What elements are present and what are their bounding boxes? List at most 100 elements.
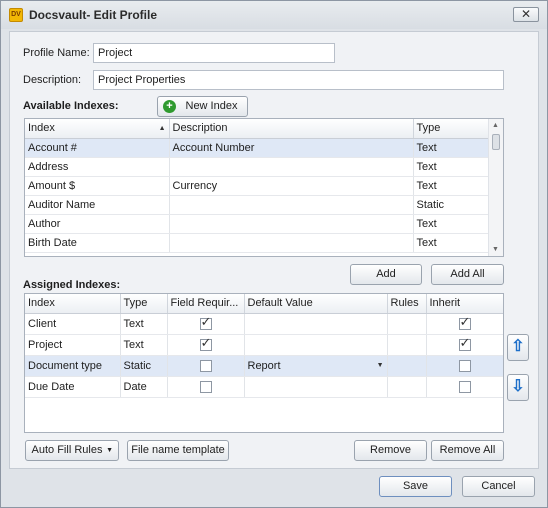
- cell-description: [169, 233, 414, 253]
- inherit-checkbox[interactable]: [458, 336, 471, 351]
- column-header-description[interactable]: Description: [169, 119, 414, 139]
- move-down-button[interactable]: ⇩: [507, 374, 529, 401]
- grid-header: Index ▲ Description Type: [25, 119, 490, 139]
- available-indexes-label: Available Indexes:: [23, 100, 119, 112]
- auto-fill-rules-button[interactable]: Auto Fill Rules ▼: [25, 440, 119, 461]
- table-row[interactable]: Due Date Date: [25, 376, 503, 398]
- cell-index: Project: [25, 334, 121, 356]
- description-label: Description:: [23, 74, 82, 86]
- cell-inherit: [426, 334, 503, 356]
- cell-type: Text: [120, 334, 168, 356]
- cell-type: Text: [413, 176, 490, 196]
- column-header-rules[interactable]: Rules: [387, 294, 427, 314]
- add-all-button[interactable]: Add All: [431, 264, 504, 285]
- cell-field-required: [167, 313, 245, 335]
- cell-description: [169, 195, 414, 215]
- scroll-thumb[interactable]: [492, 134, 500, 150]
- dropdown-arrow-icon[interactable]: ▼: [377, 362, 384, 369]
- cell-type: Static: [120, 355, 168, 377]
- table-row[interactable]: Author Text: [25, 214, 490, 234]
- cell-rules: [387, 376, 427, 398]
- close-button[interactable]: ✕: [513, 7, 539, 22]
- cell-type: Text: [413, 233, 490, 253]
- add-button[interactable]: Add: [350, 264, 422, 285]
- cell-index: Amount $: [25, 176, 170, 196]
- cell-description: [169, 214, 414, 234]
- cell-description: [169, 157, 414, 177]
- title-bar: DV Docsvault- Edit Profile ✕: [1, 1, 547, 29]
- window-title: Docsvault- Edit Profile: [29, 8, 158, 22]
- table-row[interactable]: Document type Static Report ▼: [25, 355, 503, 377]
- default-value-text[interactable]: Report: [248, 360, 281, 372]
- arrow-down-icon: ⇩: [511, 378, 525, 395]
- scroll-down-icon[interactable]: ▼: [492, 246, 499, 253]
- edit-profile-window: DV Docsvault- Edit Profile ✕ Profile Nam…: [0, 0, 548, 508]
- cell-description: Account Number: [169, 138, 414, 158]
- description-field[interactable]: Project Properties: [93, 70, 504, 90]
- column-header-index[interactable]: Index: [25, 294, 121, 314]
- arrow-up-icon: ⇧: [511, 338, 525, 355]
- available-indexes-grid: Index ▲ Description Type Account # Account…: [24, 118, 504, 257]
- cell-index: Document type: [25, 355, 121, 377]
- table-row[interactable]: Client Text: [25, 313, 503, 335]
- column-header-field-required[interactable]: Field Requir...: [167, 294, 245, 314]
- column-header-inherit[interactable]: Inherit: [426, 294, 503, 314]
- profile-name-label: Profile Name:: [23, 47, 90, 59]
- assigned-indexes-grid: Index Type Field Requir... Default Value…: [24, 293, 504, 433]
- field-required-checkbox[interactable]: [199, 336, 212, 351]
- cell-rules: [387, 355, 427, 377]
- docsvault-icon: DV: [9, 8, 23, 22]
- table-row[interactable]: Account # Account Number Text: [25, 138, 490, 158]
- table-row[interactable]: Address Text: [25, 157, 490, 177]
- column-header-type[interactable]: Type: [120, 294, 168, 314]
- cell-default-value: [244, 334, 388, 356]
- column-header-type[interactable]: Type: [413, 119, 490, 139]
- inherit-checkbox[interactable]: [458, 380, 471, 393]
- field-required-checkbox[interactable]: [199, 380, 212, 393]
- cell-default-value: [244, 376, 388, 398]
- new-index-button[interactable]: + New Index: [157, 96, 248, 117]
- table-row[interactable]: Birth Date Text: [25, 233, 490, 253]
- cancel-button[interactable]: Cancel: [462, 476, 535, 497]
- inherit-checkbox[interactable]: [458, 359, 471, 372]
- dropdown-arrow-icon: ▼: [106, 447, 113, 454]
- cell-type: Date: [120, 376, 168, 398]
- inherit-checkbox[interactable]: [458, 315, 471, 330]
- assigned-indexes-label: Assigned Indexes:: [23, 279, 121, 291]
- cell-field-required: [167, 355, 245, 377]
- grid-header: Index Type Field Requir... Default Value…: [25, 294, 503, 314]
- field-required-checkbox[interactable]: [199, 315, 212, 330]
- remove-button[interactable]: Remove: [354, 440, 427, 461]
- column-header-index[interactable]: Index ▲: [25, 119, 170, 139]
- cell-index: Account #: [25, 138, 170, 158]
- move-up-button[interactable]: ⇧: [507, 334, 529, 361]
- profile-name-field[interactable]: Project: [93, 43, 335, 63]
- cell-field-required: [167, 334, 245, 356]
- column-header-default-value[interactable]: Default Value: [244, 294, 388, 314]
- table-row[interactable]: Auditor Name Static: [25, 195, 490, 215]
- new-index-label: New Index: [185, 100, 238, 112]
- cell-index: Client: [25, 313, 121, 335]
- vertical-scrollbar[interactable]: ▲ ▼: [488, 119, 503, 256]
- cell-index: Due Date: [25, 376, 121, 398]
- add-icon: +: [163, 100, 176, 113]
- cell-inherit: [426, 376, 503, 398]
- cell-default-value: [244, 313, 388, 335]
- cell-description: Currency: [169, 176, 414, 196]
- cell-type: Static: [413, 195, 490, 215]
- table-row[interactable]: Project Text: [25, 334, 503, 356]
- cell-index: Address: [25, 157, 170, 177]
- file-name-template-button[interactable]: File name template: [127, 440, 229, 461]
- cell-index: Author: [25, 214, 170, 234]
- save-button[interactable]: Save: [379, 476, 452, 497]
- sort-ascending-icon: ▲: [158, 125, 166, 133]
- cell-inherit: [426, 313, 503, 335]
- remove-all-button[interactable]: Remove All: [431, 440, 504, 461]
- cell-type: Text: [120, 313, 168, 335]
- cell-field-required: [167, 376, 245, 398]
- scroll-up-icon[interactable]: ▲: [492, 122, 499, 129]
- cell-rules: [387, 313, 427, 335]
- cell-type: Text: [413, 138, 490, 158]
- table-row[interactable]: Amount $ Currency Text: [25, 176, 490, 196]
- field-required-checkbox[interactable]: [199, 359, 212, 372]
